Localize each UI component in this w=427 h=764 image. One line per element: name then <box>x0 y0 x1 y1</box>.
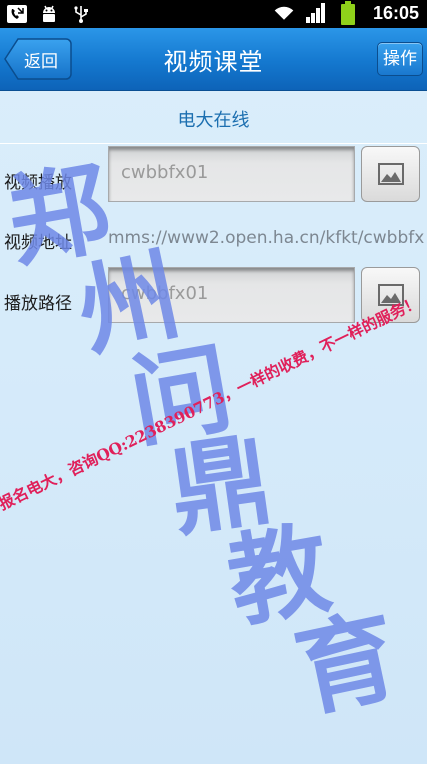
watermark-overlay: 郑 州 问 鼎 教 育 报名电大，咨询QQ:2238390773，一样的收费，不… <box>0 148 423 732</box>
watermark-char: 育 <box>286 596 408 732</box>
